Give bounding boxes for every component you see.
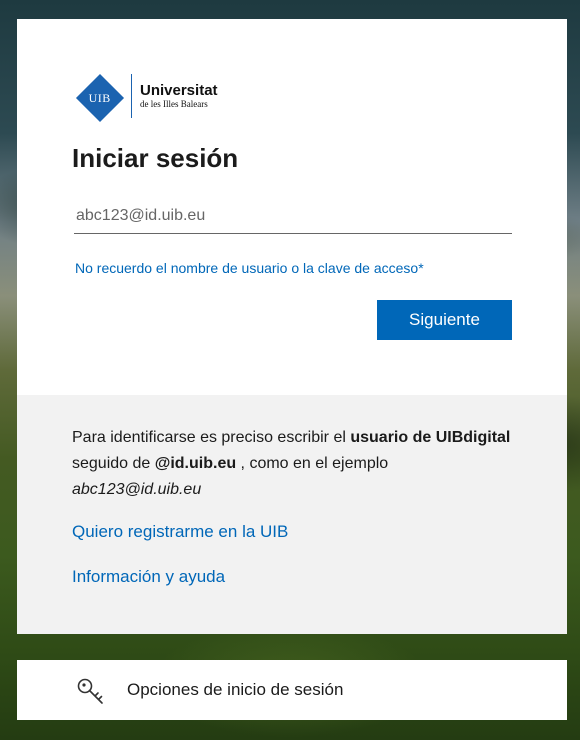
- logo-name: Universitat: [140, 82, 218, 99]
- uib-logo: UIB Universitat de les Illes Balears: [75, 73, 218, 123]
- logo-divider: [131, 74, 132, 118]
- sign-in-options-label: Opciones de inicio de sesión: [127, 680, 344, 699]
- info-text-part1: Para identificarse es preciso escribir e…: [72, 429, 351, 446]
- sign-in-card: UIB Universitat de les Illes Balears Ini…: [17, 19, 567, 634]
- logo-text: Universitat de les Illes Balears: [140, 83, 218, 109]
- uib-logo-diamond: UIB: [75, 73, 125, 123]
- info-text-bold-username: usuario de UIBdigital: [350, 429, 511, 446]
- uib-logo-monogram: UIB: [88, 90, 112, 105]
- logo-subname: de les Illes Balears: [140, 99, 208, 109]
- sign-in-options-button[interactable]: Opciones de inicio de sesión: [17, 660, 567, 720]
- help-link[interactable]: Información y ayuda: [72, 567, 225, 587]
- info-text-bold-domain: @id.uib.eu: [154, 455, 237, 472]
- next-button[interactable]: Siguiente: [377, 300, 512, 340]
- key-icon: [77, 678, 103, 704]
- info-text-example: abc123@id.uib.eu: [72, 481, 202, 498]
- info-section: Para identificarse es preciso escribir e…: [17, 395, 567, 634]
- info-text-part2: seguido de: [72, 455, 155, 472]
- forgot-credentials-link[interactable]: No recuerdo el nombre de usuario o la cl…: [75, 260, 424, 276]
- page-title: Iniciar sesión: [72, 143, 239, 173]
- info-text-part3: , como en el ejemplo: [236, 455, 389, 472]
- info-text: Para identificarse es preciso escribir e…: [72, 425, 512, 503]
- register-link[interactable]: Quiero registrarme en la UIB: [72, 522, 288, 542]
- email-field[interactable]: [74, 199, 512, 234]
